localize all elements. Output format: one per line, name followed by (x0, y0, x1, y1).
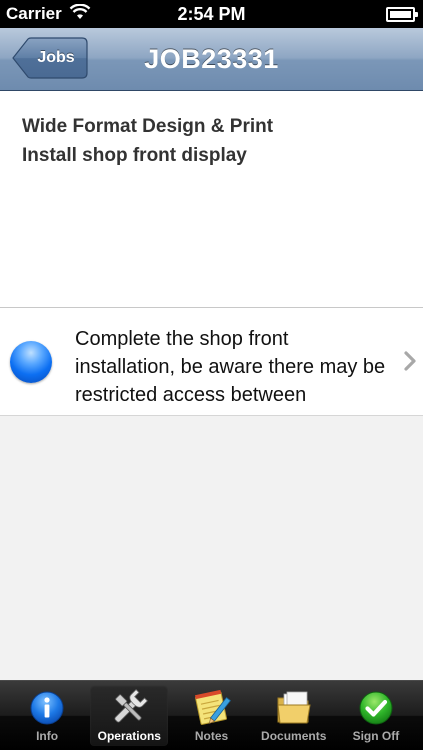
job-customer: Wide Format Design & Print (22, 116, 274, 137)
tab-label: Operations (97, 729, 161, 743)
wrench-icon (109, 688, 149, 728)
tab-bar: Info Operations Notes Documents Sign Off (0, 680, 423, 750)
status-bar: Carrier 2:54 PM (0, 0, 423, 28)
notepad-icon (192, 688, 232, 728)
back-button[interactable]: Jobs (12, 37, 88, 79)
status-dot-icon (10, 341, 52, 383)
back-button-label: Jobs (37, 49, 75, 66)
operation-row[interactable]: Complete the shop front installation, be… (0, 308, 423, 416)
tab-label: Info (36, 729, 59, 743)
tab-documents[interactable]: Documents (255, 685, 333, 746)
carrier-label: Carrier (6, 4, 62, 23)
tab-label: Sign Off (352, 729, 400, 743)
tab-info[interactable]: Info (8, 685, 86, 746)
wifi-icon (69, 3, 91, 25)
checkmark-icon (358, 688, 394, 728)
info-icon (29, 688, 65, 728)
battery-icon (386, 6, 418, 22)
navigation-bar: Jobs JOB23331 (0, 28, 423, 91)
operation-text: Complete the shop front installation, be… (75, 328, 386, 406)
tab-sign-off[interactable]: Sign Off (337, 685, 415, 746)
folder-icon (274, 688, 314, 728)
chevron-right-icon (403, 351, 417, 376)
tab-operations[interactable]: Operations (90, 685, 169, 746)
job-header: Wide Format Design & Print Install shop … (0, 91, 423, 308)
job-description: Install shop front display (22, 145, 247, 166)
tab-label: Documents (261, 729, 327, 743)
page-title: JOB23331 (144, 44, 279, 74)
tab-notes[interactable]: Notes (172, 685, 250, 746)
tab-label: Notes (194, 729, 229, 743)
